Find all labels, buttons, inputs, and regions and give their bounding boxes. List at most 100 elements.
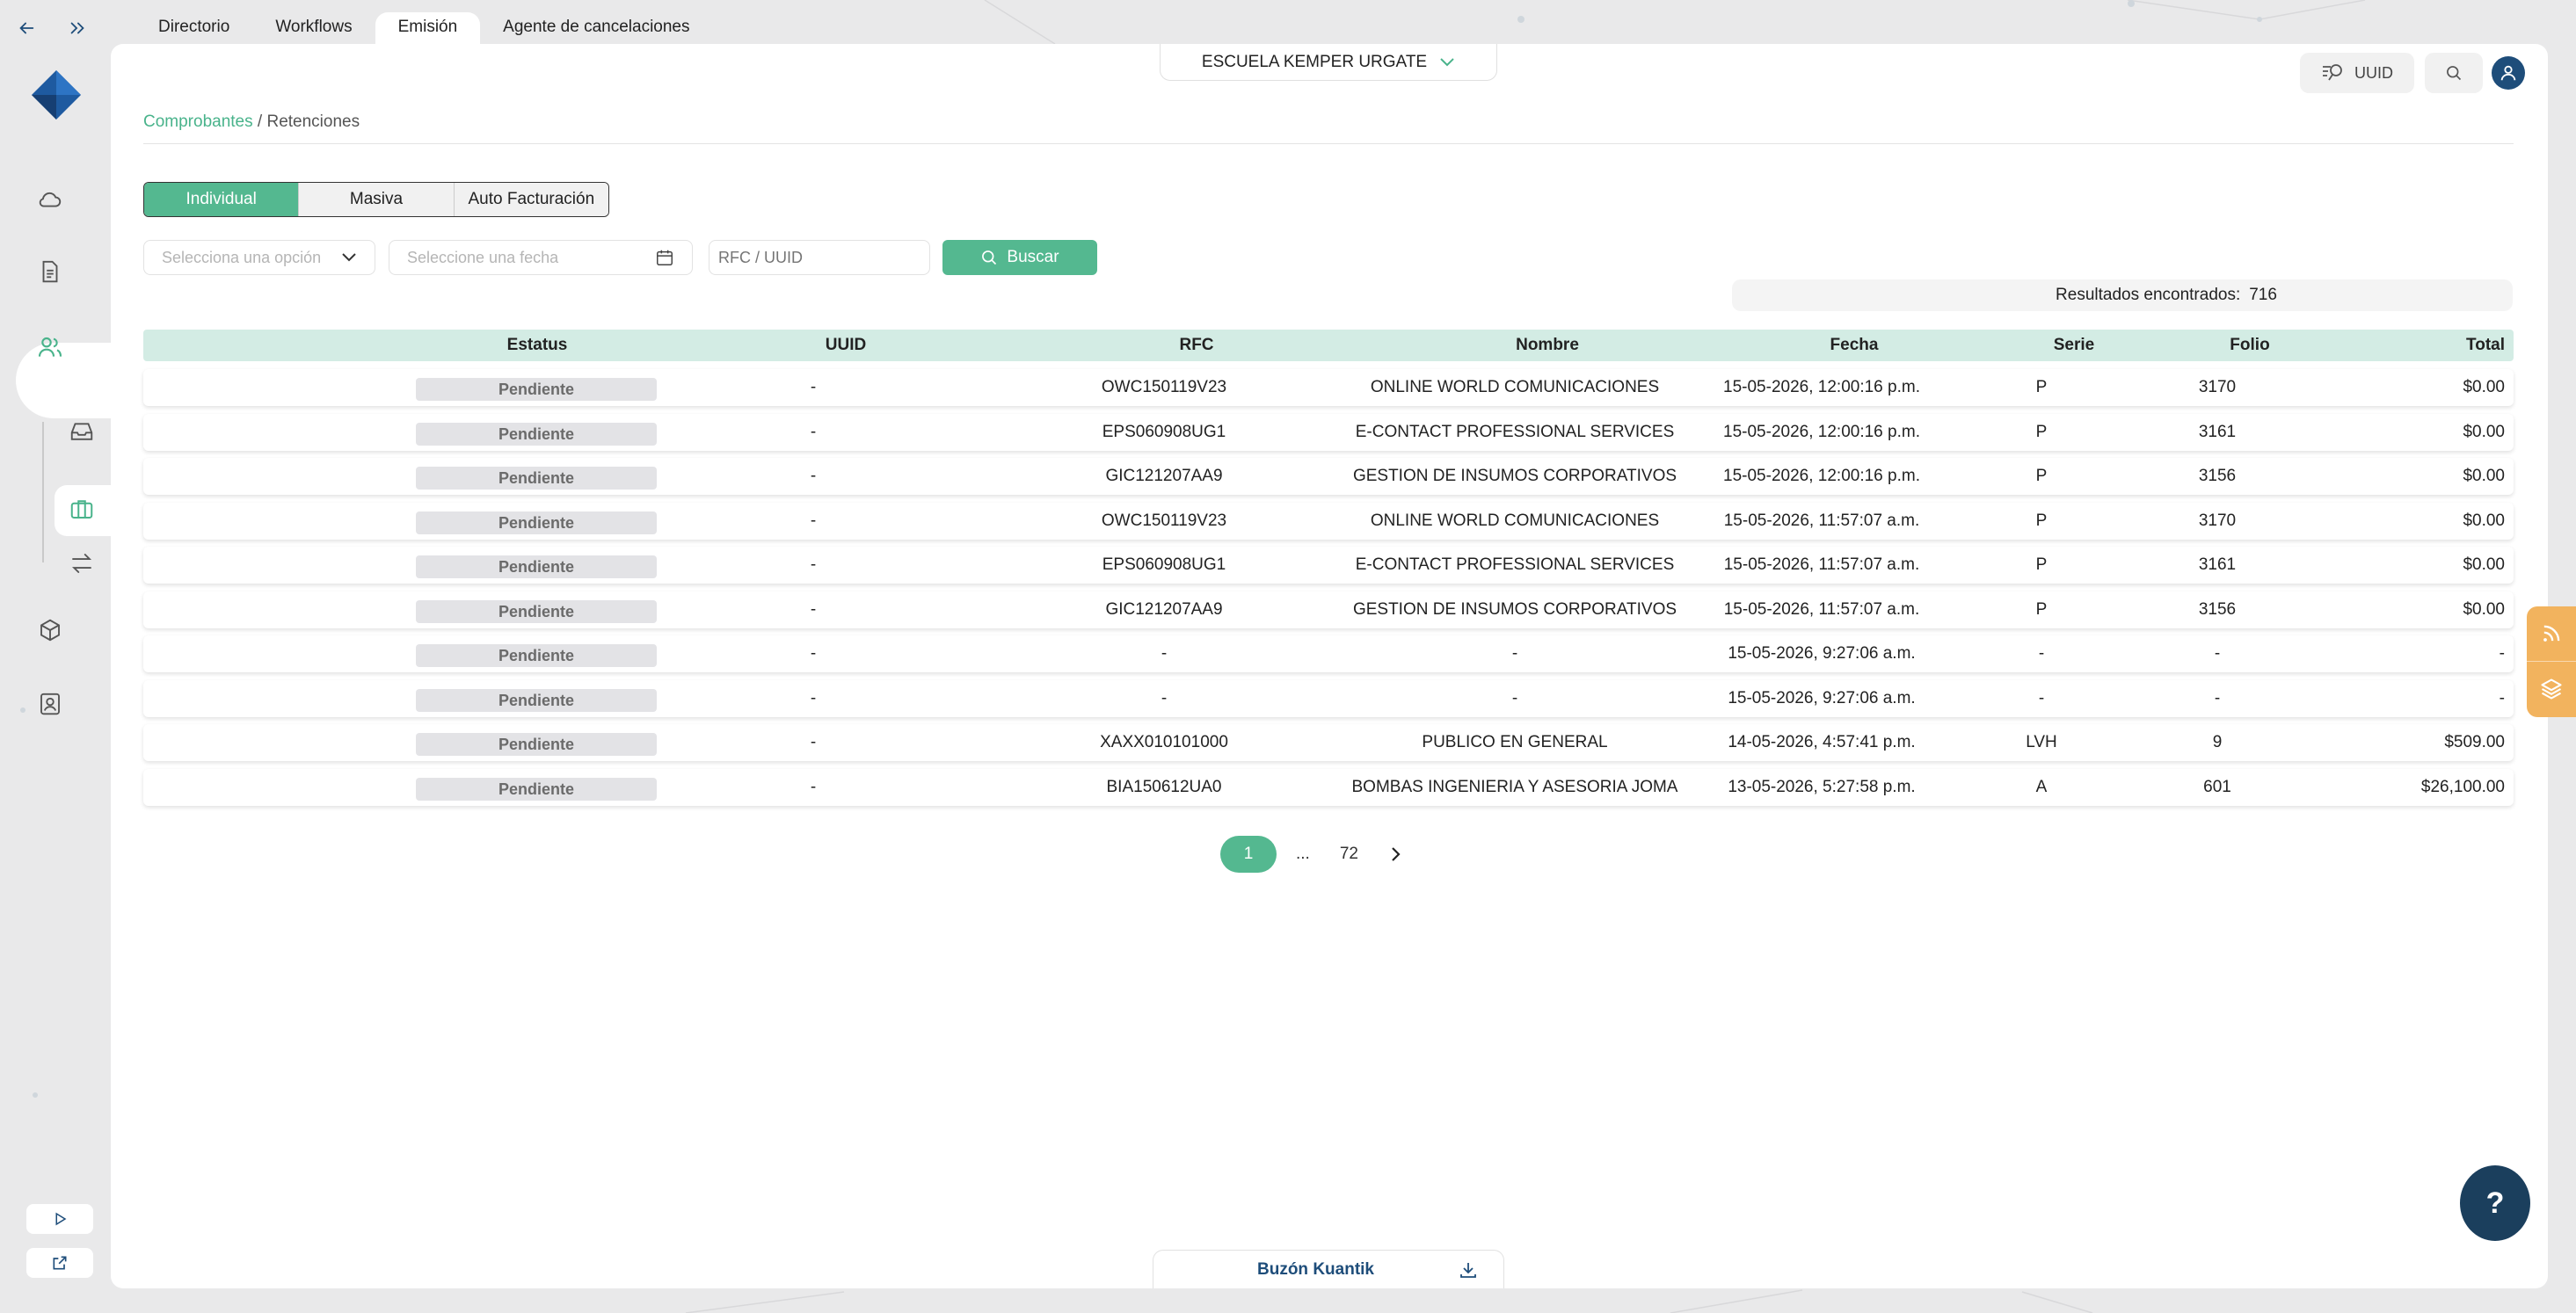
table-row[interactable]: Pendiente - EPS060908UG1 E-CONTACT PROFESSI… (143, 413, 2514, 451)
cell-rfc: XAXX010101000 (1100, 733, 1228, 751)
status-badge: Pendiente (416, 511, 657, 534)
column-header-fecha[interactable]: Fecha (1830, 330, 1879, 361)
status-select-placeholder: Selecciona una opción (162, 248, 322, 266)
search-button-label: Buscar (1007, 248, 1059, 266)
uuid-search-button[interactable]: UUID (2300, 53, 2414, 93)
chevron-down-icon (1440, 57, 1454, 66)
page-ellipsis: ... (1296, 845, 1310, 863)
expand-double-chevron-icon[interactable] (62, 12, 93, 44)
sidebar (0, 44, 113, 1313)
cell-nombre: ONLINE WORLD COMUNICACIONES (1370, 511, 1660, 530)
page-current[interactable]: 1 (1220, 836, 1277, 873)
column-header-serie[interactable]: Serie (2054, 330, 2094, 361)
calendar-icon (657, 250, 673, 265)
user-avatar[interactable] (2492, 56, 2525, 90)
table-row[interactable]: Pendiente - GIC121207AA9 GESTION DE INSUMOS… (143, 591, 2514, 628)
table-row[interactable]: Pendiente - - - 15-05-2026, 9:27:06 a.m. - - - (143, 635, 2514, 672)
segment-auto-facturacion[interactable]: Auto Facturación (454, 183, 608, 216)
package-icon[interactable] (30, 610, 70, 650)
cell-fecha: 15-05-2026, 12:00:16 p.m. (1723, 467, 1920, 485)
rfc-uuid-input[interactable] (709, 240, 930, 275)
document-icon[interactable] (30, 251, 70, 292)
table-row[interactable]: Pendiente - EPS060908UG1 E-CONTACT PROFESSI… (143, 547, 2514, 584)
column-header-estatus[interactable]: Estatus (507, 330, 568, 361)
cell-fecha: 15-05-2026, 9:27:06 a.m. (1728, 644, 1916, 663)
tab-directorio[interactable]: Directorio (149, 12, 252, 44)
date-picker[interactable]: Seleccione una fecha (389, 240, 693, 275)
column-header-folio[interactable]: Folio (2230, 330, 2269, 361)
chevron-right-icon (1392, 847, 1401, 861)
pagination: 1 ... 72 (1220, 836, 1402, 873)
cell-serie: - (2038, 644, 2045, 663)
breadcrumb-comprobantes[interactable]: Comprobantes (143, 112, 253, 131)
cell-total: $26,100.00 (2420, 777, 2505, 796)
download-icon (1460, 1262, 1476, 1278)
segment-individual[interactable]: Individual (144, 183, 300, 216)
table-row[interactable]: Pendiente - BIA150612UA0 BOMBAS INGENIERIA … (143, 768, 2514, 806)
layers-icon[interactable] (2527, 661, 2576, 715)
cell-total: $0.00 (2463, 511, 2505, 530)
cell-uuid: - (810, 467, 817, 485)
table-row[interactable]: Pendiente - OWC150119V23 ONLINE WORLD COMUN… (143, 369, 2514, 406)
cell-nombre: - (1511, 688, 1518, 707)
buzon-kuantik-tab[interactable]: Buzón Kuantik (1153, 1250, 1504, 1288)
submenu-line (42, 422, 44, 562)
cell-serie: LVH (2026, 733, 2057, 751)
cloud-icon[interactable] (30, 179, 70, 220)
search-button[interactable]: Buscar (942, 240, 1097, 275)
segment-masiva[interactable]: Masiva (299, 183, 455, 216)
app-logo[interactable] (32, 70, 81, 120)
column-header-nombre[interactable]: Nombre (1516, 330, 1579, 361)
page-last[interactable]: 72 (1340, 845, 1358, 864)
cell-serie: A (2035, 777, 2048, 796)
mode-segmented-control: Individual Masiva Auto Facturación (143, 182, 609, 217)
cell-serie: P (2035, 599, 2048, 619)
table-row[interactable]: Pendiente - GIC121207AA9 GESTION DE INSUMOS… (143, 458, 2514, 495)
status-badge: Pendiente (416, 555, 657, 578)
back-arrow-icon[interactable] (11, 12, 42, 44)
status-badge: Pendiente (416, 733, 657, 756)
cell-fecha: 15-05-2026, 11:57:07 a.m. (1723, 599, 1920, 619)
cell-uuid: - (810, 599, 817, 619)
table-row[interactable]: Pendiente - - - 15-05-2026, 9:27:06 a.m. - - - (143, 679, 2514, 717)
contact-card-icon[interactable] (30, 684, 70, 724)
cell-fecha: 13-05-2026, 5:27:58 p.m. (1728, 777, 1916, 796)
cell-rfc: - (1161, 644, 1168, 663)
cell-serie: P (2035, 555, 2048, 574)
inbox-icon[interactable] (62, 411, 102, 452)
top-tabs: Directorio Workflows Emisión Agente de c… (149, 12, 713, 44)
status-badge: Pendiente (416, 599, 657, 623)
help-button[interactable]: ? (2460, 1165, 2530, 1241)
cell-folio: 3161 (2198, 422, 2237, 441)
cell-uuid: - (810, 378, 817, 396)
cell-nombre: GESTION DE INSUMOS CORPORATIVOS (1352, 467, 1677, 485)
cell-fecha: 15-05-2026, 12:00:16 p.m. (1723, 378, 1920, 396)
cell-folio: 3170 (2198, 378, 2237, 396)
tab-agente-cancelaciones[interactable]: Agente de cancelaciones (480, 12, 712, 44)
users-icon[interactable] (30, 327, 70, 367)
global-search-button[interactable] (2425, 53, 2483, 93)
results-number: 716 (2249, 286, 2277, 304)
column-header-total[interactable]: Total (2466, 330, 2505, 361)
main-panel: ESCUELA KEMPER URGATE UUID Comprobantes … (111, 44, 2548, 1288)
cell-rfc: OWC150119V23 (1101, 511, 1227, 530)
cell-serie: P (2035, 467, 2048, 485)
transfer-arrows-icon[interactable] (62, 543, 102, 584)
column-header-uuid[interactable]: UUID (826, 330, 866, 361)
table-row[interactable]: Pendiente - XAXX010101000 PUBLICO EN GENERA… (143, 724, 2514, 761)
rss-feed-icon[interactable] (2527, 606, 2576, 661)
cell-total: $0.00 (2463, 378, 2505, 396)
play-button[interactable] (26, 1204, 93, 1234)
cell-total: $0.00 (2463, 422, 2505, 441)
external-link-button[interactable] (26, 1248, 93, 1278)
status-select[interactable]: Selecciona una opción (143, 240, 375, 275)
briefcase-icon[interactable] (62, 489, 102, 529)
company-selector[interactable]: ESCUELA KEMPER URGATE (1160, 44, 1497, 81)
cell-nombre: ONLINE WORLD COMUNICACIONES (1370, 378, 1660, 396)
next-page-button[interactable] (1390, 845, 1402, 863)
column-header-rfc[interactable]: RFC (1179, 330, 1213, 361)
tab-emision[interactable]: Emisión (375, 12, 481, 44)
table-row[interactable]: Pendiente - OWC150119V23 ONLINE WORLD COMUN… (143, 502, 2514, 540)
tab-workflows[interactable]: Workflows (252, 12, 375, 44)
uuid-label: UUID (2354, 63, 2393, 82)
